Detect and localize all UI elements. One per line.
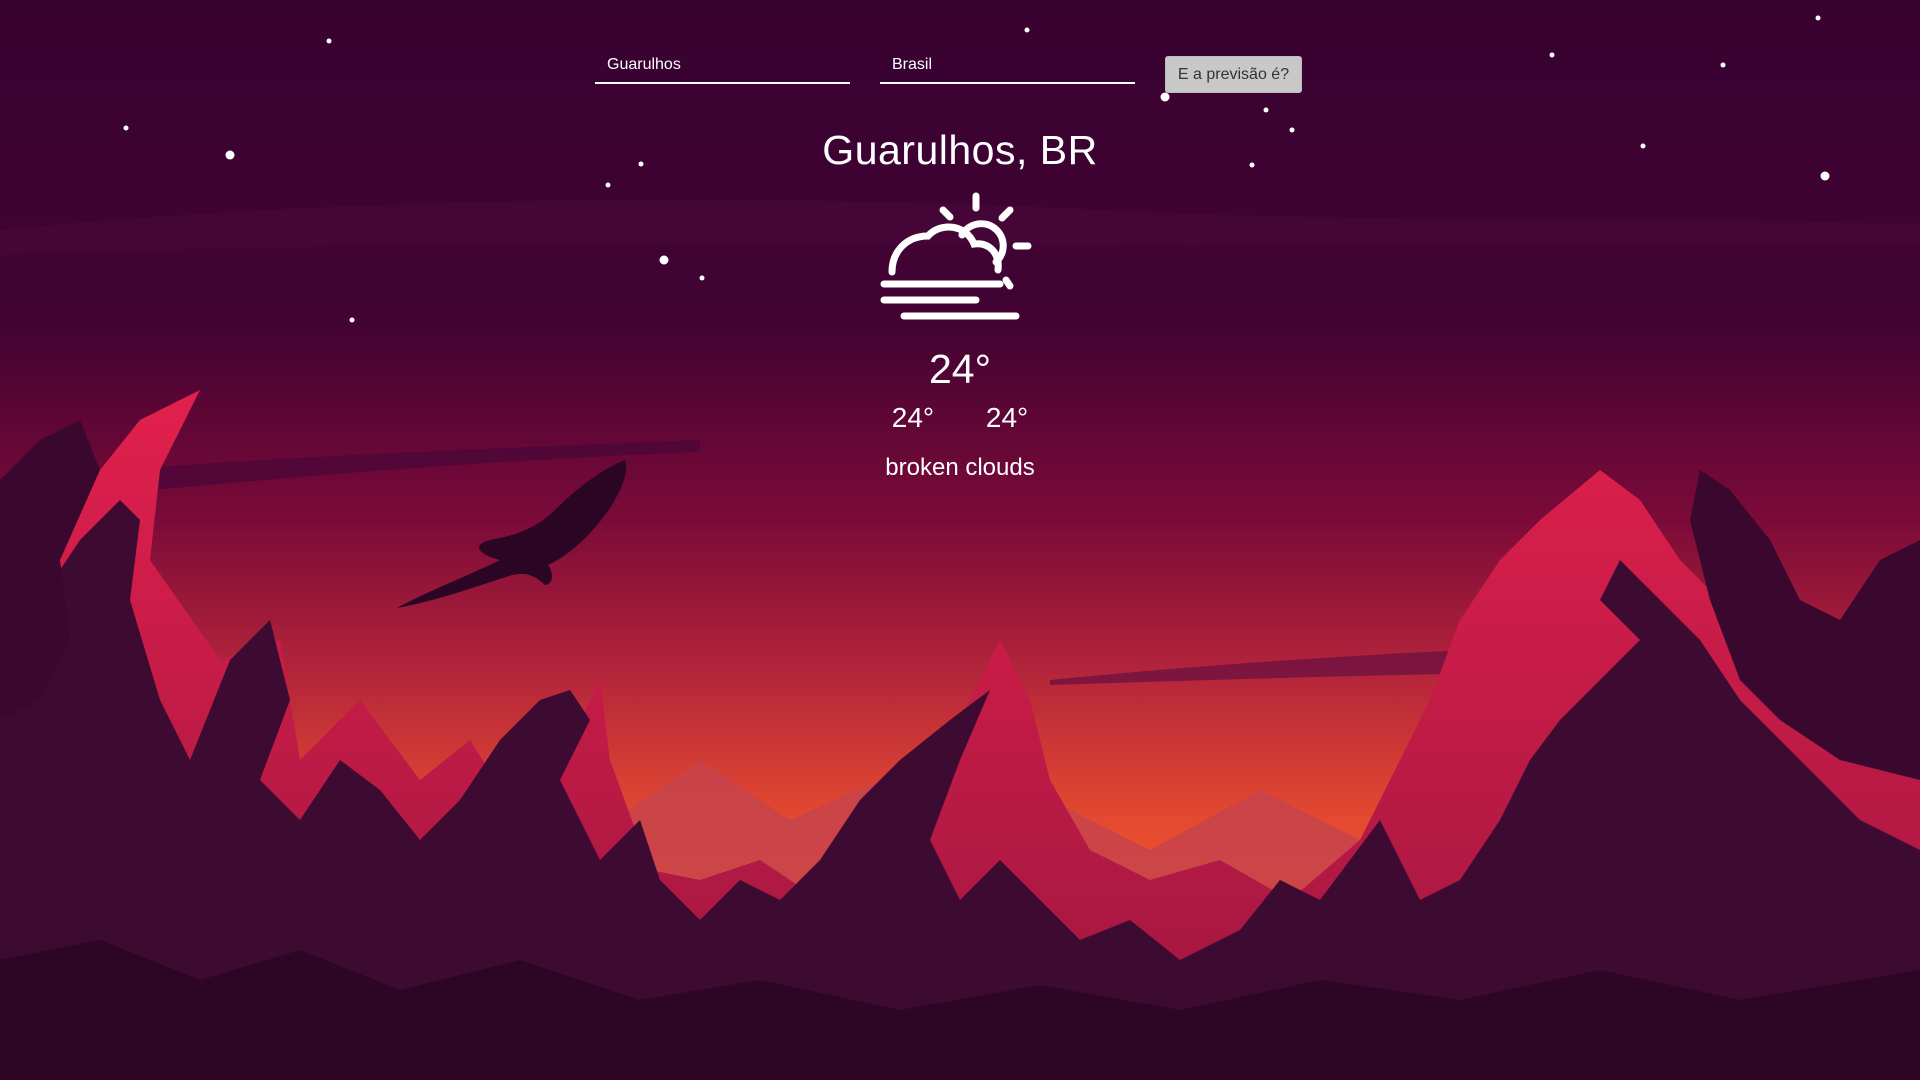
star xyxy=(1249,162,1255,168)
star xyxy=(349,317,355,323)
temperature-range: 24° 24° xyxy=(760,400,1160,436)
forecast-submit-button[interactable]: E a previsão é? xyxy=(1165,56,1302,93)
star xyxy=(1640,143,1646,149)
weather-panel: Guarulhos, BR 24° 24° 24° broken clouds xyxy=(760,122,1160,484)
star xyxy=(1815,15,1821,21)
search-form: E a previsão é? xyxy=(595,48,1325,98)
sun-behind-cloud-fog-icon xyxy=(880,192,1032,320)
star xyxy=(1720,62,1726,68)
max-temperature: 24° xyxy=(985,402,1029,433)
star xyxy=(638,161,644,167)
star xyxy=(1289,127,1295,133)
star xyxy=(326,38,332,44)
star xyxy=(1820,171,1830,181)
star xyxy=(605,182,611,188)
star xyxy=(659,255,669,265)
star xyxy=(1263,107,1269,113)
star xyxy=(1549,52,1555,58)
star xyxy=(225,150,235,160)
star xyxy=(699,275,705,281)
country-input[interactable] xyxy=(880,48,1135,84)
location-title: Guarulhos, BR xyxy=(822,127,1098,173)
city-input[interactable] xyxy=(595,48,850,84)
star xyxy=(1024,27,1030,33)
star xyxy=(123,125,129,131)
min-temperature: 24° xyxy=(891,402,935,433)
weather-description: broken clouds xyxy=(885,454,1035,481)
current-temperature: 24° xyxy=(928,346,991,392)
